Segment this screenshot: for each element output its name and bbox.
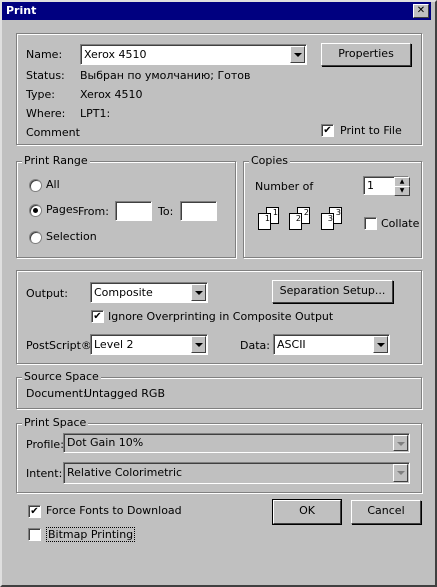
all-label[interactable]: All — [46, 178, 60, 191]
collate-label[interactable]: Collate — [381, 217, 419, 230]
postscript-label: PostScript® — [26, 339, 92, 352]
properties-button[interactable]: Properties — [321, 43, 411, 66]
close-button[interactable]: ✕ — [413, 4, 429, 18]
chevron-down-icon[interactable] — [290, 46, 305, 63]
where-value: LPT1: — [80, 107, 111, 120]
number-of-copies-label: Number of — [255, 180, 314, 193]
to-input[interactable] — [180, 201, 217, 221]
ignore-overprinting-checkbox[interactable]: ✔ — [91, 310, 104, 323]
print-space-legend: Print Space — [22, 416, 89, 429]
chevron-down-icon[interactable] — [191, 336, 206, 353]
copies-value: 1 — [367, 179, 374, 192]
where-label: Where: — [26, 107, 66, 120]
postscript-select[interactable]: Level 2 — [90, 334, 208, 355]
document-label: Document: — [26, 387, 87, 400]
copies-legend: Copies — [249, 154, 290, 167]
name-label: Name: — [26, 48, 63, 61]
document-value: Untagged RGB — [84, 387, 166, 400]
bitmap-printing-label[interactable]: Bitmap Printing — [46, 527, 136, 542]
output-value: Composite — [94, 286, 153, 299]
intent-select[interactable]: Relative Colorimetric — [63, 462, 410, 484]
force-fonts-label[interactable]: Force Fonts to Download — [46, 504, 182, 517]
data-select[interactable]: ASCII — [273, 334, 390, 355]
postscript-value: Level 2 — [94, 338, 134, 351]
profile-value: Dot Gain 10% — [67, 436, 144, 449]
print-range-legend: Print Range — [22, 154, 90, 167]
printer-name-value: Xerox 4510 — [84, 48, 147, 61]
print-to-file-label[interactable]: Print to File — [340, 124, 402, 137]
chevron-down-icon[interactable] — [373, 336, 388, 353]
output-label: Output: — [26, 287, 68, 300]
printer-name-select[interactable]: Xerox 4510 — [80, 44, 307, 65]
comment-label: Comment — [26, 126, 80, 139]
chevron-down-icon[interactable] — [393, 435, 408, 451]
output-select[interactable]: Composite — [90, 282, 208, 303]
type-value: Xerox 4510 — [80, 88, 143, 101]
chevron-down-icon[interactable] — [393, 464, 408, 482]
pages-radio[interactable] — [29, 204, 42, 217]
source-space-legend: Source Space — [22, 370, 101, 383]
status-label: Status: — [26, 69, 65, 82]
cancel-button[interactable]: Cancel — [351, 500, 421, 524]
print-to-file-checkbox[interactable]: ✔ — [321, 124, 334, 137]
intent-value: Relative Colorimetric — [67, 466, 183, 479]
chevron-down-icon[interactable] — [191, 284, 206, 301]
profile-select[interactable]: Dot Gain 10% — [63, 433, 410, 453]
status-value: Выбран по умолчанию; Готов — [80, 69, 251, 82]
from-input[interactable] — [115, 201, 152, 221]
all-radio[interactable] — [29, 179, 42, 192]
from-label: From: — [78, 205, 109, 218]
separation-setup-button[interactable]: Separation Setup... — [272, 280, 393, 303]
collate-checkbox[interactable] — [364, 217, 377, 230]
title-bar[interactable]: Print ✕ — [2, 2, 431, 20]
pages-label[interactable]: Pages — [46, 203, 78, 216]
data-value: ASCII — [277, 338, 306, 351]
selection-radio[interactable] — [29, 231, 42, 244]
intent-label: Intent: — [26, 467, 63, 480]
ok-button[interactable]: OK — [272, 499, 342, 525]
to-label: To: — [158, 205, 174, 218]
profile-label: Profile: — [26, 438, 64, 451]
ignore-overprinting-label[interactable]: Ignore Overprinting in Composite Output — [108, 310, 333, 323]
type-label: Type: — [26, 88, 55, 101]
selection-label[interactable]: Selection — [46, 230, 97, 243]
spin-down-icon[interactable]: ▼ — [394, 186, 410, 196]
data-label: Data: — [240, 339, 270, 352]
window-title: Print — [6, 4, 37, 17]
bitmap-printing-checkbox[interactable] — [28, 528, 41, 541]
force-fonts-checkbox[interactable]: ✔ — [28, 505, 41, 518]
